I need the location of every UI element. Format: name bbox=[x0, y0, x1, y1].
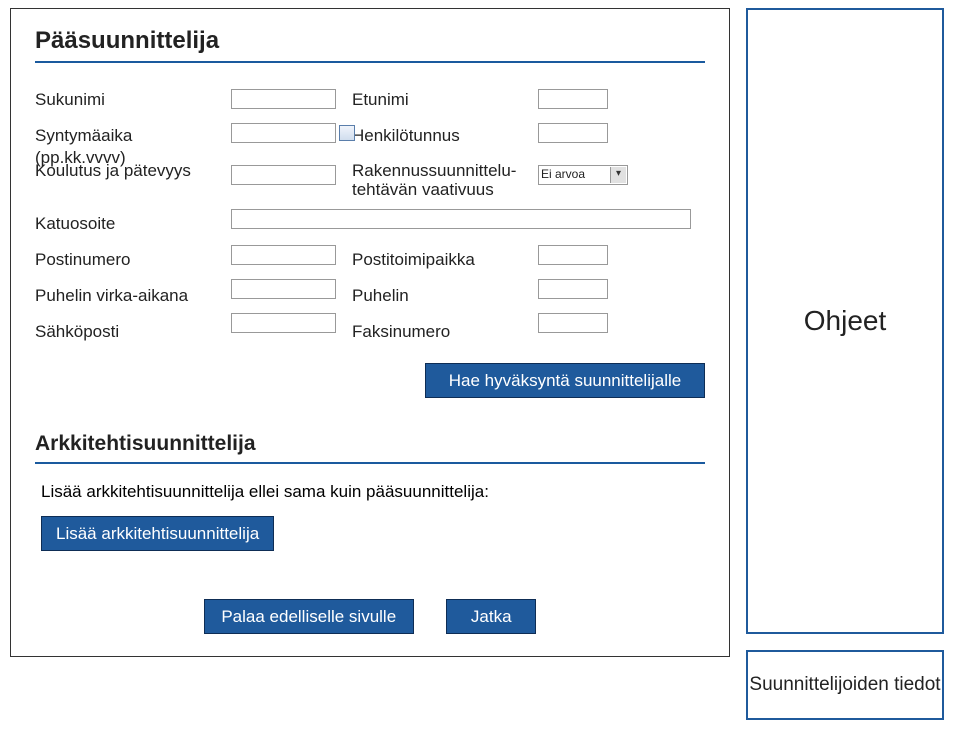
label-puhelin: Puhelin bbox=[352, 285, 522, 307]
architect-note: Lisää arkkitehtisuunnittelija ellei sama… bbox=[41, 482, 705, 502]
main-form-panel: Pääsuunnittelija Sukunimi Syntymäaika (p… bbox=[10, 8, 730, 657]
label-henkilotunnus: Henkilötunnus bbox=[352, 125, 522, 147]
back-button[interactable]: Palaa edelliselle sivulle bbox=[204, 599, 414, 634]
section-title-arkkitehti: Arkkitehtisuunnittelija bbox=[35, 432, 705, 456]
label-katuosoite: Katuosoite bbox=[35, 213, 215, 235]
help-panel: Ohjeet bbox=[746, 8, 944, 634]
chevron-down-icon: ▾ bbox=[610, 167, 626, 183]
label-vaativuus: Rakennussuunnittelu- tehtävän vaativuus bbox=[352, 161, 522, 199]
footer-box: Suunnittelijoiden tiedot bbox=[746, 650, 944, 720]
divider bbox=[35, 462, 705, 464]
add-architect-button[interactable]: Lisää arkkitehtisuunnittelija bbox=[41, 516, 274, 551]
approve-designer-button[interactable]: Hae hyväksyntä suunnittelijalle bbox=[425, 363, 705, 398]
input-katuosoite[interactable] bbox=[231, 209, 691, 229]
input-puhelin-virka[interactable] bbox=[231, 279, 336, 299]
label-postitoimipaikka: Postitoimipaikka bbox=[352, 249, 522, 271]
nav-row: Palaa edelliselle sivulle Jatka bbox=[35, 599, 705, 634]
input-faksi[interactable] bbox=[538, 313, 608, 333]
input-henkilotunnus[interactable] bbox=[538, 123, 608, 143]
next-button[interactable]: Jatka bbox=[446, 599, 536, 634]
label-puhelin-virka: Puhelin virka-aikana bbox=[35, 285, 215, 307]
label-faksi: Faksinumero bbox=[352, 321, 522, 343]
input-sukunimi[interactable] bbox=[231, 89, 336, 109]
select-vaativuus[interactable]: Ei arvoa ▾ bbox=[538, 165, 628, 185]
divider bbox=[35, 61, 705, 63]
input-koulutus[interactable] bbox=[231, 165, 336, 185]
footer-label: Suunnittelijoiden tiedot bbox=[749, 673, 940, 698]
input-postitoimipaikka[interactable] bbox=[538, 245, 608, 265]
help-title: Ohjeet bbox=[804, 305, 887, 337]
architect-section: Arkkitehtisuunnittelija Lisää arkkitehti… bbox=[35, 432, 705, 551]
input-etunimi[interactable] bbox=[538, 89, 608, 109]
label-koulutus: Koulutus ja pätevyys bbox=[35, 161, 215, 199]
select-value: Ei arvoa bbox=[541, 167, 585, 181]
input-syntymaaika[interactable] bbox=[231, 123, 336, 143]
calendar-icon[interactable] bbox=[339, 125, 355, 141]
section-title-paasuunnittelija: Pääsuunnittelija bbox=[35, 27, 705, 55]
input-sahkoposti[interactable] bbox=[231, 313, 336, 333]
label-postinumero: Postinumero bbox=[35, 249, 215, 271]
input-puhelin[interactable] bbox=[538, 279, 608, 299]
label-sahkoposti: Sähköposti bbox=[35, 321, 215, 343]
label-etunimi: Etunimi bbox=[352, 89, 522, 111]
label-sukunimi: Sukunimi bbox=[35, 89, 215, 111]
form-grid: Sukunimi Syntymäaika (pp.kk.vvvv) Koulut… bbox=[35, 89, 705, 343]
label-syntymaaika: Syntymäaika (pp.kk.vvvv) bbox=[35, 125, 215, 147]
input-postinumero[interactable] bbox=[231, 245, 336, 265]
